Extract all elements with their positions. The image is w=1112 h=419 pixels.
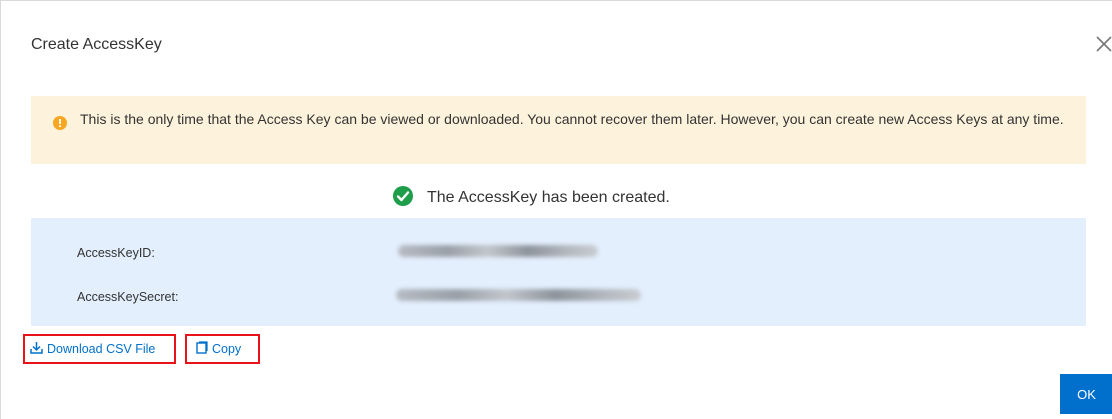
copy-button[interactable]: Copy — [185, 334, 260, 364]
accesskey-secret-label: AccessKeySecret: — [77, 290, 179, 304]
accesskey-id-label: AccessKeyID: — [77, 246, 155, 260]
download-csv-button[interactable]: Download CSV File — [23, 334, 176, 364]
credentials-panel: AccessKeyID: AccessKeySecret: — [31, 218, 1086, 326]
accesskey-id-value-redacted — [398, 245, 598, 257]
accesskey-secret-value-redacted — [396, 289, 641, 301]
check-circle-icon — [392, 185, 414, 212]
copy-icon — [196, 341, 208, 357]
download-icon — [30, 341, 43, 357]
warning-alert: This is the only time that the Access Ke… — [31, 96, 1086, 164]
success-text: The AccessKey has been created. — [427, 189, 670, 206]
ok-button[interactable]: OK — [1060, 374, 1112, 414]
close-icon[interactable] — [1094, 33, 1112, 55]
copy-label: Copy — [212, 342, 242, 356]
download-csv-label: Download CSV File — [47, 342, 156, 356]
warning-circle-icon — [53, 116, 67, 130]
dialog-title: Create AccessKey — [31, 36, 162, 53]
alert-message: This is the only time that the Access Ke… — [80, 111, 1064, 127]
create-accesskey-dialog: Create AccessKey This is the only time t… — [0, 0, 1112, 419]
success-message: The AccessKey has been created. — [392, 185, 670, 212]
